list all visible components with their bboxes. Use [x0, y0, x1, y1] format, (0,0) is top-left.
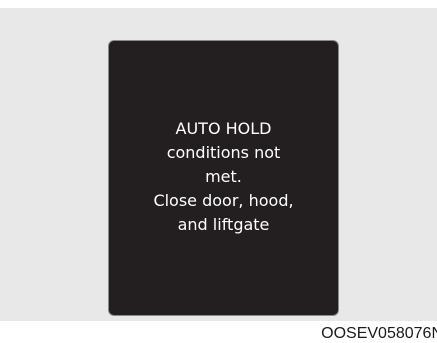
- cluster-display-panel: AUTO HOLD conditions not met. Close door…: [108, 40, 339, 316]
- message-line-2: conditions not: [166, 143, 281, 162]
- auto-hold-warning-message: AUTO HOLD conditions not met. Close door…: [109, 117, 338, 237]
- figure-reference-code: OOSEV058076N: [321, 325, 437, 342]
- message-line-5: and liftgate: [177, 215, 270, 234]
- message-line-4: Close door, hood,: [153, 191, 294, 210]
- message-line-1: AUTO HOLD: [175, 119, 272, 138]
- message-line-3: met.: [205, 167, 242, 186]
